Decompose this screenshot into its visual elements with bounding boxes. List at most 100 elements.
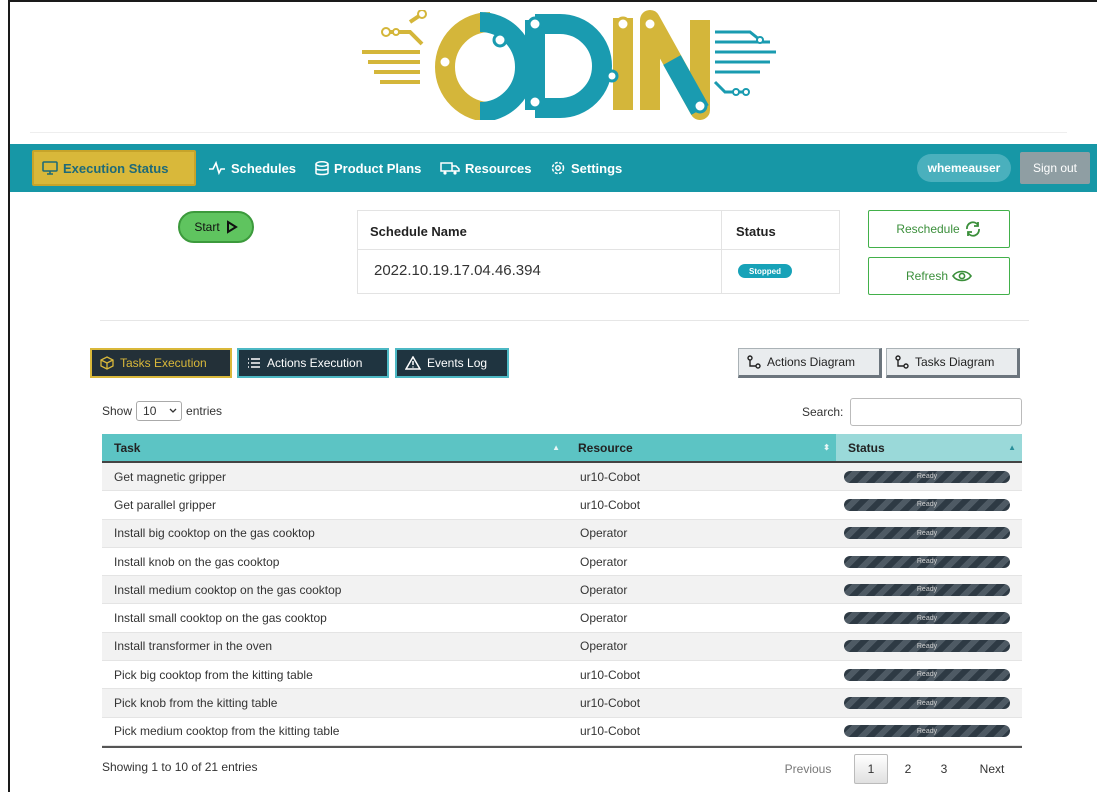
task-cell: Install knob on the gas cooktop <box>114 554 280 569</box>
diagram-icon <box>747 355 761 369</box>
pagination-page-3[interactable]: 3 <box>934 754 954 784</box>
pagination-next[interactable]: Next <box>972 754 1012 784</box>
resource-cell: Operator <box>580 526 628 541</box>
app-frame: Execution Status Schedules Product Plans… <box>8 0 1097 792</box>
resource-cell: ur10-Cobot <box>580 469 641 484</box>
sign-out-button[interactable]: Sign out <box>1020 152 1090 184</box>
resource-cell: ur10-Cobot <box>580 667 641 682</box>
table-row[interactable]: Install transformer in the oven Operator R… <box>102 632 1022 662</box>
search-label: Search: <box>802 405 844 419</box>
sort-icon: ⬍ <box>823 443 830 452</box>
task-cell: Get magnetic gripper <box>114 469 227 484</box>
entries-label: entries <box>186 404 223 418</box>
tab-events-log[interactable]: Events Log <box>395 348 509 378</box>
eye-icon <box>952 270 972 282</box>
actions-diagram-button[interactable]: Actions Diagram <box>738 348 882 378</box>
cube-icon <box>100 356 114 370</box>
table-row[interactable]: Get magnetic gripper ur10-Cobot Ready <box>102 463 1022 492</box>
task-cell: Install small cooktop on the gas cooktop <box>114 611 327 626</box>
truck-icon <box>440 162 460 175</box>
reschedule-label: Reschedule <box>896 222 960 236</box>
tab-tasks-execution[interactable]: Tasks Execution <box>90 348 232 378</box>
table-bottom-border <box>102 745 1022 748</box>
schedule-name-value: 2022.10.19.17.04.46.394 <box>374 262 541 279</box>
task-cell: Pick medium cooktop from the kitting tab… <box>114 724 340 739</box>
status-cell: Ready <box>836 612 1022 625</box>
pagination-page-1[interactable]: 1 <box>854 754 888 784</box>
task-cell: Install big cooktop on the gas cooktop <box>114 526 315 541</box>
section-divider <box>100 320 1029 321</box>
nav-schedules[interactable]: Schedules <box>208 144 296 192</box>
status-cell: Ready <box>836 583 1022 596</box>
table-row[interactable]: Install medium cooktop on the gas cookto… <box>102 576 1022 605</box>
status-progress-bar: Ready <box>844 555 1010 568</box>
nav-label: Execution Status <box>63 160 169 176</box>
nav-settings[interactable]: Settings <box>550 144 622 192</box>
refresh-button[interactable]: Refresh <box>868 257 1010 295</box>
resource-cell: Operator <box>580 639 628 654</box>
schedule-row-divider <box>358 249 839 250</box>
resource-cell: ur10-Cobot <box>580 497 641 512</box>
column-label: Status <box>848 440 885 455</box>
pagination-page-2[interactable]: 2 <box>898 754 918 784</box>
resource-cell: ur10-Cobot <box>580 724 641 739</box>
column-label: Resource <box>578 440 633 455</box>
pagination-previous[interactable]: Previous <box>778 754 838 784</box>
table-row[interactable]: Install small cooktop on the gas cooktop… <box>102 604 1022 633</box>
schedule-name-header: Schedule Name <box>370 224 467 239</box>
column-header-resource[interactable]: Resource ⬍ <box>566 434 836 461</box>
table-body: Get magnetic gripper ur10-Cobot Ready Get p… <box>102 463 1022 746</box>
gear-icon <box>551 161 565 175</box>
status-progress-bar: Ready <box>844 498 1010 511</box>
status-cell: Ready <box>836 555 1022 568</box>
nav-label: Schedules <box>231 160 297 176</box>
nav-label: Settings <box>571 160 623 176</box>
show-label: Show <box>102 404 133 418</box>
reschedule-button[interactable]: Reschedule <box>868 210 1010 248</box>
table-row[interactable]: Install knob on the gas cooktop Operator R… <box>102 548 1022 577</box>
status-progress-bar: Ready <box>844 612 1010 625</box>
header-divider <box>30 132 1067 133</box>
task-cell: Pick knob from the kitting table <box>114 696 278 711</box>
table-row[interactable]: Pick medium cooktop from the kitting tab… <box>102 718 1022 746</box>
task-cell: Pick big cooktop from the kitting table <box>114 667 313 682</box>
nav-label: Product Plans <box>334 160 422 176</box>
column-header-status[interactable]: Status ▲ <box>836 434 1022 461</box>
task-cell: Install medium cooktop on the gas cookto… <box>114 582 342 597</box>
resource-cell: Operator <box>580 554 628 569</box>
status-progress-bar: Ready <box>844 583 1010 596</box>
play-icon <box>226 220 238 234</box>
nav-product-plans[interactable]: Product Plans <box>315 144 421 192</box>
tasks-diagram-button[interactable]: Tasks Diagram <box>886 348 1020 378</box>
chevron-down-icon <box>169 408 177 413</box>
table-row[interactable]: Get parallel gripper ur10-Cobot Ready <box>102 491 1022 520</box>
sort-icon: ▲ <box>1008 443 1016 452</box>
sort-icon: ▲ <box>552 443 560 452</box>
resource-cell: Operator <box>580 611 628 626</box>
tasks-table: Task ▲ Resource ⬍ Status ▲ Get magnetic gri… <box>102 434 1022 748</box>
schedule-info-table: Schedule Name Status 2022.10.19.17.04.46… <box>357 210 840 294</box>
table-row[interactable]: Pick knob from the kitting table ur10-Cob… <box>102 689 1022 718</box>
resource-cell: Operator <box>580 582 628 597</box>
status-cell: Ready <box>836 527 1022 540</box>
nav-resources[interactable]: Resources <box>440 144 531 192</box>
user-badge[interactable]: whemeauser <box>917 154 1011 182</box>
search-input[interactable] <box>850 398 1022 426</box>
column-header-task[interactable]: Task ▲ <box>102 434 566 461</box>
status-cell: Ready <box>836 470 1022 483</box>
database-icon <box>315 160 329 175</box>
tab-actions-execution[interactable]: Actions Execution <box>237 348 389 378</box>
task-cell: Get parallel gripper <box>114 497 217 512</box>
schedule-status-header: Status <box>736 224 776 239</box>
resource-cell: ur10-Cobot <box>580 696 641 711</box>
table-row[interactable]: Pick big cooktop from the kitting table u… <box>102 661 1022 690</box>
start-button[interactable]: Start <box>178 211 254 243</box>
diagram-icon <box>895 355 909 369</box>
page-length-select[interactable]: 10 <box>136 401 183 421</box>
refresh-label: Refresh <box>905 269 949 283</box>
nav-execution-status[interactable]: Execution Status <box>32 150 197 186</box>
list-icon <box>248 358 260 368</box>
status-badge: Stopped <box>738 264 792 278</box>
table-row[interactable]: Install big cooktop on the gas cooktop Op… <box>102 519 1022 548</box>
page-length-value: 10 <box>143 404 157 418</box>
